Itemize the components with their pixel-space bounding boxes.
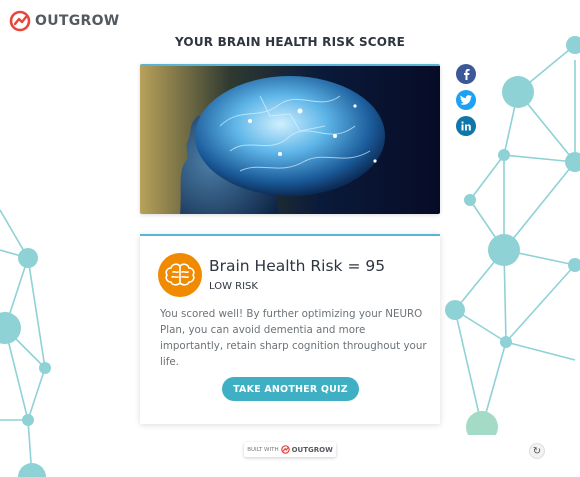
hero-image: [140, 64, 440, 214]
facebook-icon: [464, 69, 470, 80]
twitter-share-button[interactable]: [456, 90, 476, 110]
brand-logo[interactable]: OUTGROW: [9, 10, 120, 32]
outgrow-logo-icon: [280, 445, 290, 454]
side-panel: [464, 435, 580, 477]
built-with-brand: OUTGROW: [291, 445, 333, 454]
twitter-icon: [460, 95, 472, 105]
share-buttons: [456, 64, 476, 136]
built-with-label: BUILT WITH: [247, 446, 279, 453]
brand-name: OUTGROW: [35, 13, 120, 29]
take-another-quiz-button[interactable]: TAKE ANOTHER QUIZ: [222, 377, 359, 401]
linkedin-icon: [461, 121, 471, 131]
brain-icon: [158, 253, 202, 297]
facebook-share-button[interactable]: [456, 64, 476, 84]
reload-icon[interactable]: ↻: [529, 443, 545, 459]
page-title: YOUR BRAIN HEALTH RISK SCORE: [174, 35, 406, 49]
result-title: Brain Health Risk = 95: [209, 257, 386, 275]
outgrow-logo-icon: [9, 10, 31, 32]
risk-level-label: LOW RISK: [209, 281, 258, 292]
result-description: You scored well! By further optimizing y…: [160, 308, 427, 368]
built-with-badge[interactable]: BUILT WITH OUTGROW: [244, 442, 336, 457]
result-card: Brain Health Risk = 95 LOW RISK You scor…: [140, 234, 440, 424]
linkedin-share-button[interactable]: [456, 116, 476, 136]
